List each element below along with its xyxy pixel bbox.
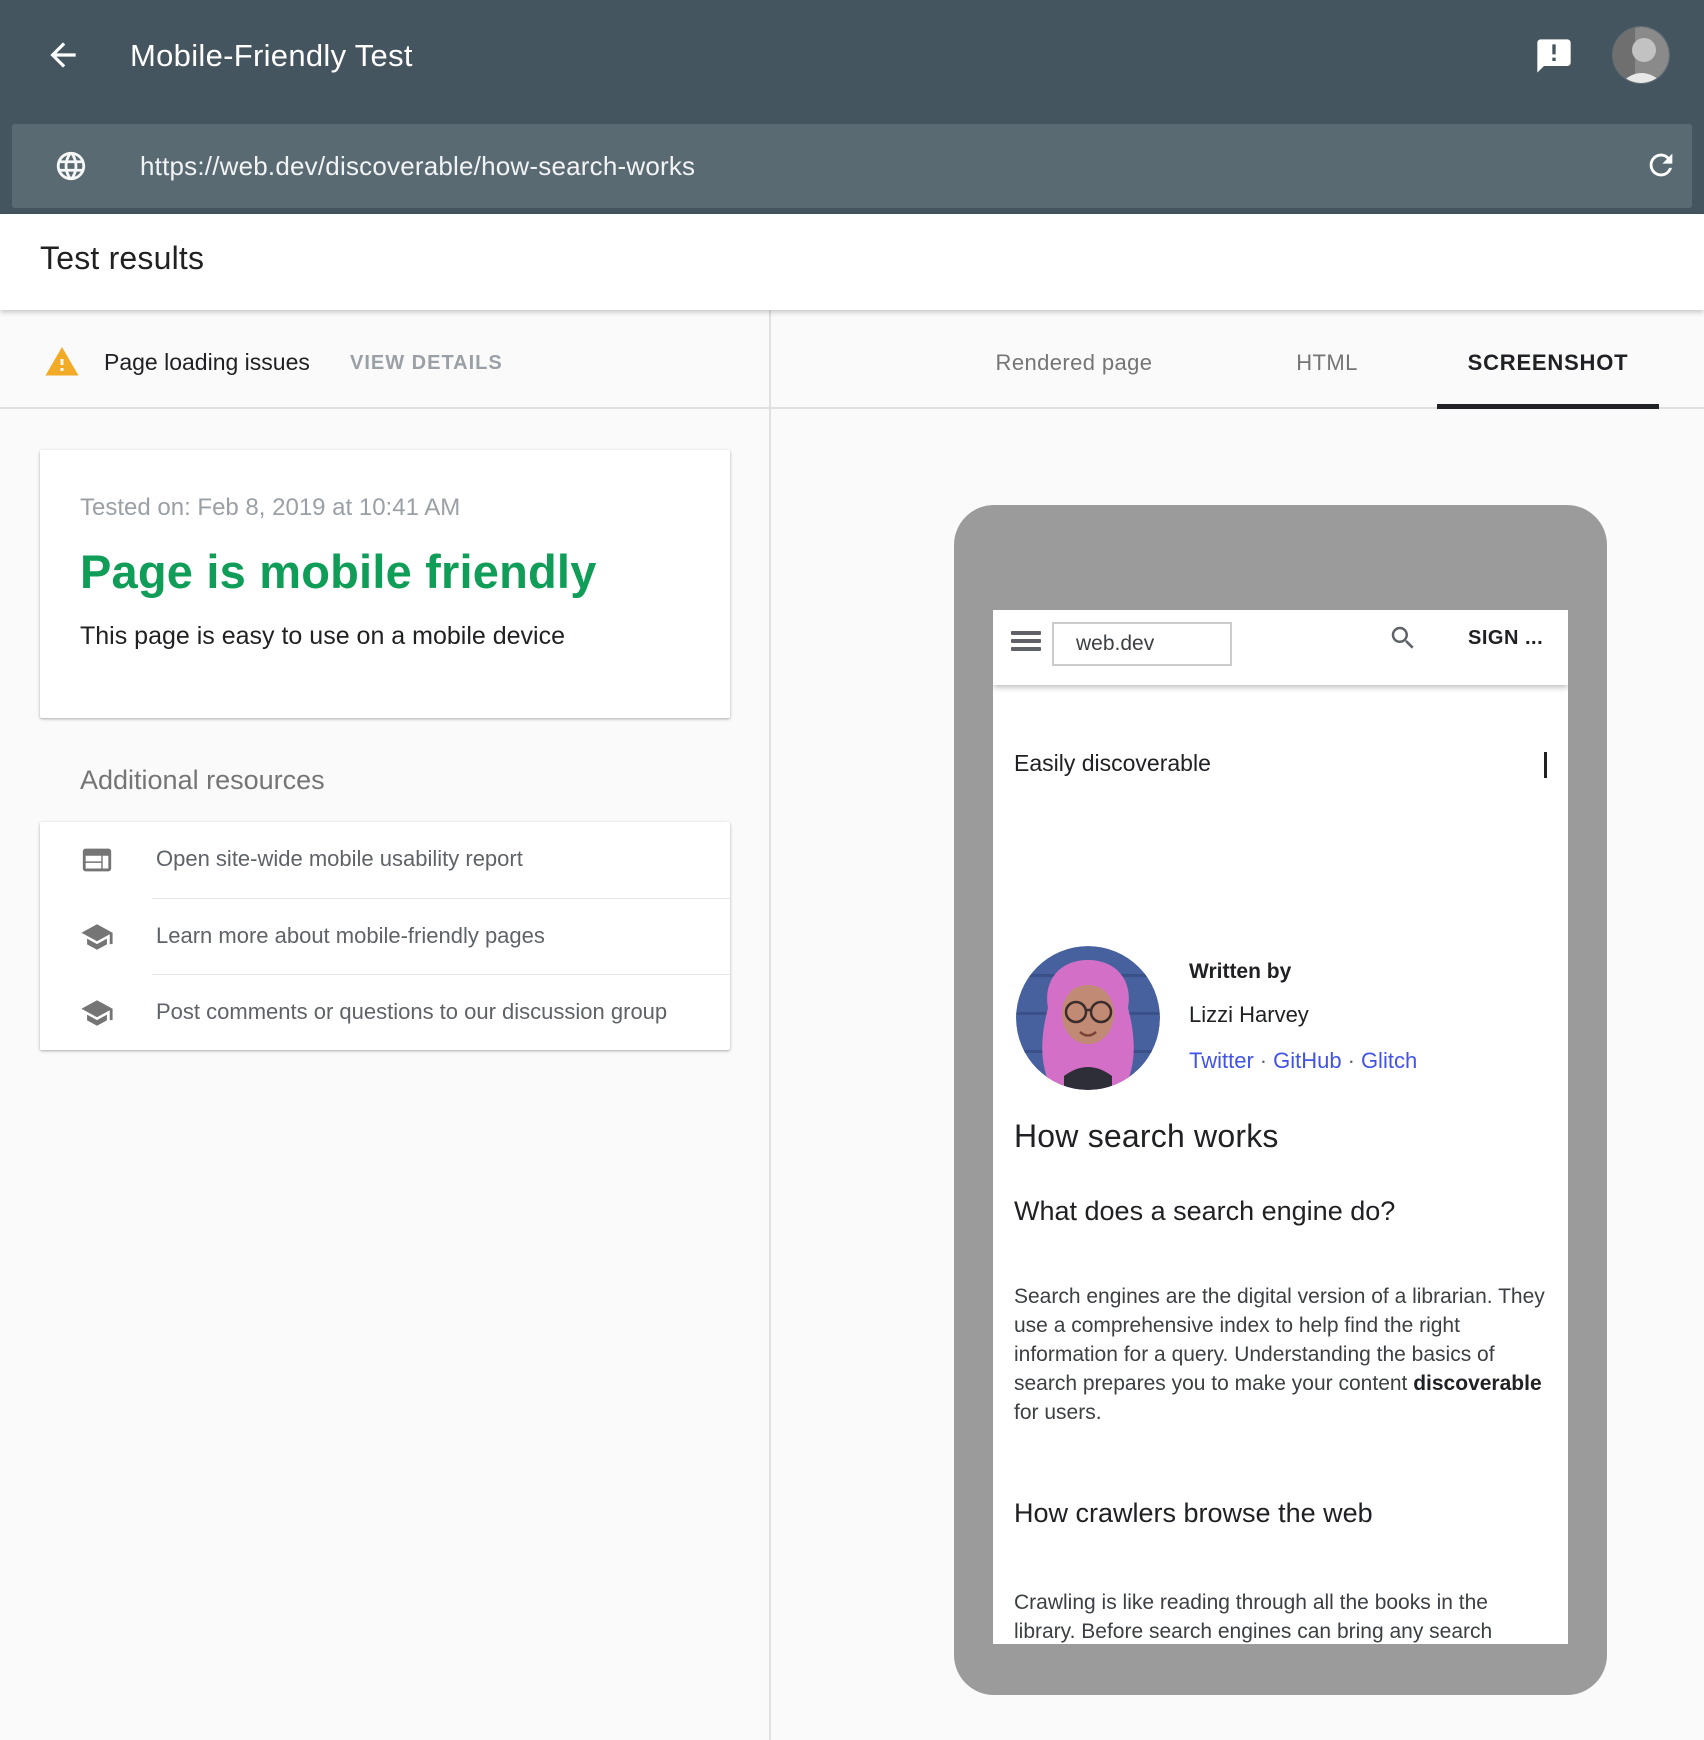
- hamburger-menu-icon: [1011, 631, 1041, 657]
- article-title: How search works: [1014, 1118, 1279, 1155]
- body-text: for users.: [1014, 1401, 1102, 1424]
- feedback-icon: [1534, 36, 1574, 76]
- resource-label: Open site-wide mobile usability report: [156, 846, 523, 872]
- resource-usability-report[interactable]: Open site-wide mobile usability report: [40, 822, 730, 898]
- tab-rendered-page[interactable]: Rendered page: [996, 350, 1153, 376]
- resource-learn-more[interactable]: Learn more about mobile-friendly pages: [40, 899, 730, 975]
- author-name: Lizzi Harvey: [1189, 1002, 1309, 1028]
- breadcrumb: Easily discoverable: [1014, 750, 1211, 777]
- result-card: Tested on: Feb 8, 2019 at 10:41 AM Page …: [40, 450, 730, 718]
- globe-icon: [54, 149, 88, 183]
- usability-report-icon: [80, 843, 114, 877]
- app-bar: Mobile-Friendly Test https://web.dev/dis…: [0, 0, 1704, 214]
- view-details-link[interactable]: VIEW DETAILS: [350, 352, 503, 375]
- written-by-label: Written by: [1189, 960, 1291, 984]
- url-bar[interactable]: https://web.dev/discoverable/how-search-…: [12, 124, 1692, 208]
- webdev-logo-box: web.dev: [1052, 622, 1232, 666]
- resource-label: Learn more about mobile-friendly pages: [156, 923, 545, 949]
- phone-mockup: web.dev SIGN ... Easily discoverable: [954, 505, 1607, 1695]
- search-icon: [1388, 623, 1418, 653]
- tab-html[interactable]: HTML: [1296, 350, 1358, 376]
- sign-in-label: SIGN ...: [1468, 627, 1543, 650]
- school-icon: [80, 996, 114, 1030]
- body-text-bold: discoverable: [1413, 1372, 1541, 1395]
- link-separator: ·: [1342, 1048, 1361, 1073]
- verdict-description: This page is easy to use on a mobile dev…: [80, 622, 565, 651]
- panel-divider: [769, 310, 771, 1740]
- arrow-back-icon: [44, 36, 82, 74]
- section-heading: How crawlers browse the web: [1014, 1498, 1373, 1529]
- webdev-logo-text: web.dev: [1076, 632, 1154, 656]
- app-title: Mobile-Friendly Test: [130, 38, 413, 74]
- active-tab-underline: [1437, 404, 1659, 409]
- page-title: Test results: [40, 240, 204, 277]
- account-avatar[interactable]: [1613, 27, 1669, 83]
- section-body: Search engines are the digital version o…: [1014, 1282, 1549, 1427]
- resource-discussion-group[interactable]: Post comments or questions to our discus…: [40, 975, 730, 1051]
- resource-label: Post comments or questions to our discus…: [156, 999, 667, 1025]
- warning-icon: [44, 344, 80, 380]
- verdict-heading: Page is mobile friendly: [80, 544, 597, 599]
- refresh-button[interactable]: [1644, 148, 1678, 182]
- warning-label: Page loading issues: [104, 349, 310, 376]
- author-links: Twitter·GitHub·Glitch: [1189, 1048, 1417, 1074]
- school-icon: [80, 920, 114, 954]
- link-separator: ·: [1254, 1048, 1273, 1073]
- tested-on-timestamp: Tested on: Feb 8, 2019 at 10:41 AM: [80, 494, 460, 522]
- truncated-element-bar: [1544, 752, 1547, 778]
- results-header-band: Test results: [0, 214, 1704, 310]
- screenshot-site-header: web.dev SIGN ...: [993, 610, 1568, 685]
- resources-card: Open site-wide mobile usability report L…: [40, 822, 730, 1050]
- mobile-friendly-test-app: Mobile-Friendly Test https://web.dev/dis…: [0, 0, 1704, 1740]
- author-avatar: [1016, 946, 1160, 1090]
- section-body: Crawling is like reading through all the…: [1014, 1588, 1549, 1644]
- feedback-button[interactable]: [1534, 36, 1574, 76]
- twitter-link: Twitter: [1189, 1048, 1254, 1073]
- github-link: GitHub: [1273, 1048, 1341, 1073]
- section-heading: What does a search engine do?: [1014, 1196, 1395, 1227]
- back-button[interactable]: [44, 36, 82, 74]
- page-screenshot: web.dev SIGN ... Easily discoverable: [993, 610, 1568, 1644]
- refresh-icon: [1644, 148, 1678, 182]
- user-photo: [1613, 27, 1669, 83]
- url-text: https://web.dev/discoverable/how-search-…: [140, 124, 695, 208]
- resources-heading: Additional resources: [80, 765, 325, 796]
- tab-screenshot[interactable]: SCREENSHOT: [1468, 350, 1629, 376]
- glitch-link: Glitch: [1361, 1048, 1417, 1073]
